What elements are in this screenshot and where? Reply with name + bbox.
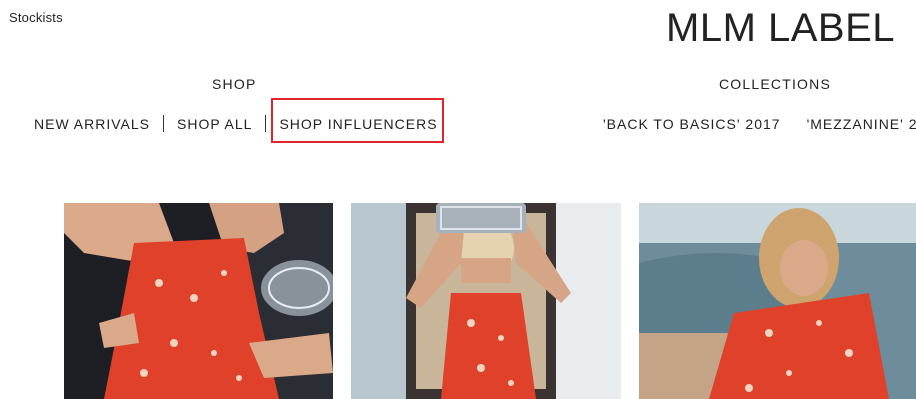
nav-link-back-to-basics[interactable]: 'BACK TO BASICS' 2017 [603,116,781,132]
product-image-2[interactable] [351,203,621,399]
brand-logo[interactable]: MLM LABEL [666,6,895,51]
nav-link-shop-all[interactable]: SHOP ALL [177,116,252,132]
nav-link-shop-influencers[interactable]: SHOP INFLUENCERS [279,116,437,132]
nav-separator [265,115,267,132]
shop-submenu: NEW ARRIVALS SHOP ALL SHOP INFLUENCERS [34,115,438,132]
menu-shop[interactable]: SHOP [212,76,256,92]
product-photo [639,203,916,399]
product-image-3[interactable] [639,203,916,399]
nav-link-mezzanine[interactable]: 'MEZZANINE' 2 [807,116,916,132]
nav-separator [163,115,164,132]
product-photo [64,203,333,399]
collections-submenu: 'BACK TO BASICS' 2017 'MEZZANINE' 2 [603,115,916,132]
product-photo [351,203,621,399]
nav-link-new-arrivals[interactable]: NEW ARRIVALS [34,116,150,132]
stockists-link[interactable]: Stockists [9,10,63,25]
menu-collections[interactable]: COLLECTIONS [719,76,831,92]
product-image-1[interactable] [64,203,333,399]
